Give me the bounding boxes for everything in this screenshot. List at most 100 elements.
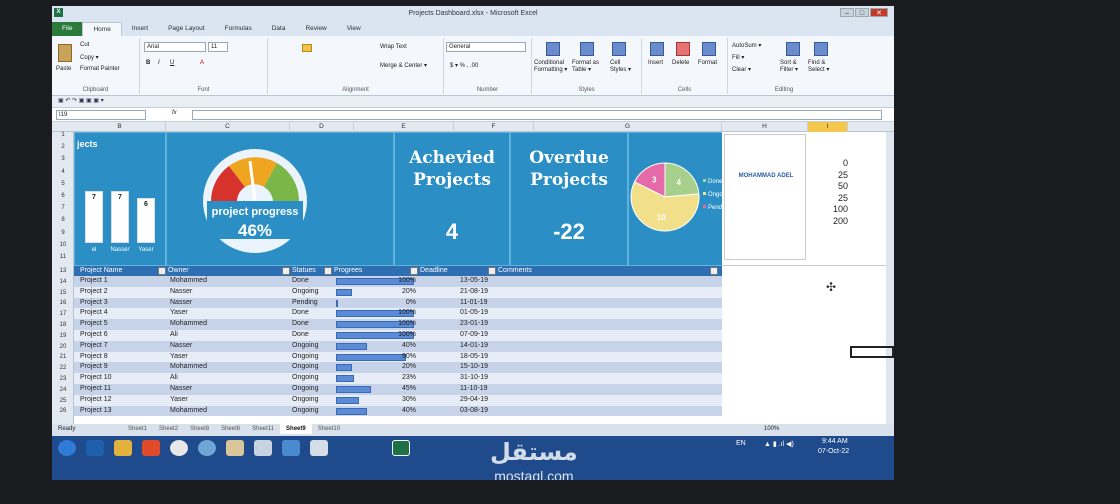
status-cell[interactable]: Ongoing <box>292 373 318 384</box>
table-row[interactable]: Project 13 Mohammed Ongoing 40% 03-08-19 <box>74 405 722 417</box>
i-cell-value[interactable]: 100 <box>808 204 848 216</box>
column-header[interactable]: F <box>454 122 534 132</box>
row-header[interactable]: 3 <box>52 156 74 162</box>
deadline-cell[interactable]: 23-01-19 <box>460 319 488 330</box>
header-progress[interactable]: Progrees <box>334 266 362 276</box>
folder-icon[interactable] <box>114 440 132 456</box>
maximize-button[interactable]: □ <box>855 8 869 17</box>
row-header[interactable]: 22 <box>52 365 74 371</box>
project-name-cell[interactable]: Project 10 <box>80 373 112 384</box>
progress-cell[interactable]: 90% <box>386 352 416 363</box>
column-header[interactable]: B <box>74 122 166 132</box>
row-header[interactable]: 24 <box>52 387 74 393</box>
header-status[interactable]: Statues <box>292 266 316 276</box>
deadline-cell[interactable]: 18-05-19 <box>460 352 488 363</box>
status-cell[interactable]: Ongoing <box>292 406 318 417</box>
status-cell[interactable]: Ongoing <box>292 352 318 363</box>
tab-data[interactable]: Data <box>262 22 296 36</box>
table-row[interactable]: Project 4 Yaser Done 100% 01-05-19 <box>74 308 722 320</box>
ie-icon[interactable] <box>86 440 104 456</box>
column-header[interactable]: C <box>166 122 290 132</box>
progress-cell[interactable]: 45% <box>386 384 416 395</box>
table-row[interactable]: Project 12 Yaser Ongoing 30% 29-04-19 <box>74 394 722 406</box>
cell-styles-button[interactable]: Cell Styles ▾ <box>610 60 636 73</box>
zoom-level[interactable]: 100% <box>764 424 779 434</box>
owner-cell[interactable]: Ali <box>170 330 178 341</box>
sheet-tab[interactable]: Sheet9 <box>280 424 312 434</box>
progress-cell[interactable]: 100% <box>386 319 416 330</box>
owner-cell[interactable]: Ali <box>170 373 178 384</box>
deadline-cell[interactable]: 11-01-19 <box>460 298 488 309</box>
filter-dropdown-icon[interactable] <box>488 267 496 275</box>
insert-cells-icon[interactable] <box>650 42 664 56</box>
fill-button[interactable]: Fill ▾ <box>732 54 744 61</box>
table-row[interactable]: Project 5 Mohammed Done 100% 23-01-19 <box>74 319 722 330</box>
status-cell[interactable]: Ongoing <box>292 341 318 352</box>
sheet-tab[interactable]: Sheet6 <box>215 424 246 434</box>
conditional-formatting-button[interactable]: Conditional Formatting ▾ <box>534 60 570 73</box>
owner-cell[interactable]: Mohammed <box>170 406 207 417</box>
fx-icon[interactable]: fx <box>172 110 177 116</box>
row-header[interactable]: 18 <box>52 322 74 328</box>
filter-dropdown-icon[interactable] <box>324 267 332 275</box>
owner-cell[interactable]: Nasser <box>170 384 192 395</box>
row-header[interactable]: 11 <box>52 254 74 260</box>
table-row[interactable]: Project 7 Nasser Ongoing 40% 14-01-19 <box>74 340 722 352</box>
paste-button[interactable]: Paste <box>56 66 71 72</box>
row-header[interactable]: 2 <box>52 144 74 150</box>
insert-button[interactable]: Insert <box>648 60 663 66</box>
delete-button[interactable]: Delete <box>672 60 689 66</box>
progress-cell[interactable]: 23% <box>386 373 416 384</box>
language-indicator[interactable]: EN <box>736 440 746 447</box>
excel-app-icon[interactable]: X <box>54 8 63 17</box>
progress-cell[interactable]: 0% <box>386 298 416 309</box>
italic-button[interactable]: I <box>158 60 160 66</box>
format-as-table-button[interactable]: Format as Table ▾ <box>572 60 606 73</box>
header-owner[interactable]: Owner <box>168 266 189 276</box>
deadline-cell[interactable]: 03-08-19 <box>460 406 488 417</box>
format-table-icon[interactable] <box>580 42 594 56</box>
project-name-cell[interactable]: Project 2 <box>80 287 108 298</box>
row-header[interactable]: 14 <box>52 279 74 285</box>
app-icon[interactable] <box>310 440 328 456</box>
column-header[interactable]: H <box>722 122 808 132</box>
deadline-cell[interactable]: 13-05-19 <box>460 276 488 287</box>
format-cells-icon[interactable] <box>702 42 716 56</box>
tab-review[interactable]: Review <box>295 22 336 36</box>
wrap-text-button[interactable]: Wrap Text <box>380 44 407 50</box>
row-header[interactable]: 8 <box>52 217 74 223</box>
row-header[interactable]: 1 <box>52 132 74 138</box>
close-button[interactable]: ✕ <box>870 8 888 17</box>
row-header[interactable]: 7 <box>52 205 74 211</box>
media-icon[interactable] <box>142 440 160 456</box>
formula-input[interactable] <box>192 110 882 120</box>
excel-taskbar-icon[interactable] <box>392 440 410 456</box>
font-color-button[interactable]: A <box>200 60 204 66</box>
table-row[interactable]: Project 3 Nasser Pending 0% 11-01-19 <box>74 297 722 309</box>
tab-formulas[interactable]: Formulas <box>215 22 262 36</box>
clock-time[interactable]: 9:44 AM <box>822 438 848 445</box>
copy-button[interactable]: Copy ▾ <box>80 54 99 61</box>
progress-cell[interactable]: 100% <box>386 308 416 319</box>
header-project-name[interactable]: Project Name <box>80 266 122 276</box>
selected-cell[interactable] <box>850 346 894 358</box>
tab-page-layout[interactable]: Page Layout <box>158 22 215 36</box>
deadline-cell[interactable]: 14-01-19 <box>460 341 488 352</box>
row-header[interactable]: 16 <box>52 300 74 306</box>
column-header[interactable]: G <box>534 122 722 132</box>
header-deadline[interactable]: Deadline <box>420 266 448 276</box>
row-header[interactable]: 23 <box>52 376 74 382</box>
project-name-cell[interactable]: Project 4 <box>80 308 108 319</box>
status-cell[interactable]: Done <box>292 330 309 341</box>
row-header[interactable]: 13 <box>52 268 74 274</box>
autosum-button[interactable]: AutoSum ▾ <box>732 42 761 49</box>
font-size-select[interactable]: 11 <box>208 42 228 52</box>
row-header[interactable]: 25 <box>52 398 74 404</box>
progress-cell[interactable]: 100% <box>386 276 416 287</box>
project-name-cell[interactable]: Project 9 <box>80 362 108 373</box>
deadline-cell[interactable]: 21-08-19 <box>460 287 488 298</box>
tab-home[interactable]: Home <box>82 22 122 36</box>
paste-icon[interactable] <box>58 44 72 62</box>
progress-cell[interactable]: 20% <box>386 287 416 298</box>
deadline-cell[interactable]: 15-10-19 <box>460 362 488 373</box>
